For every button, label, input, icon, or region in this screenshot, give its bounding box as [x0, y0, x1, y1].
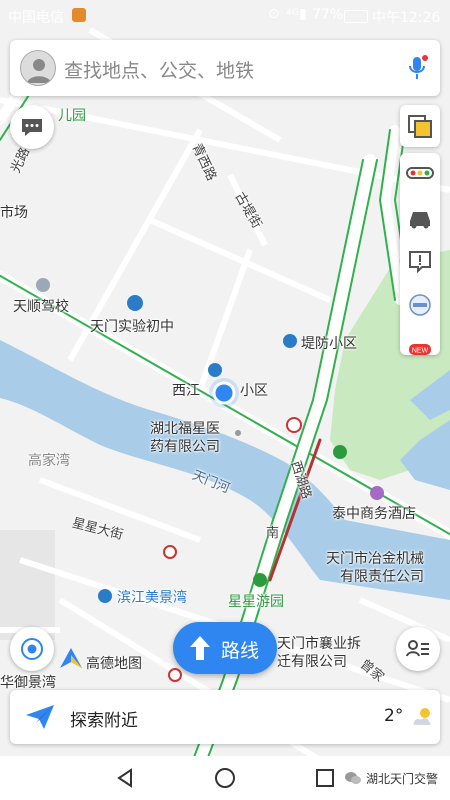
map-block — [0, 530, 55, 640]
map-label-hotel: 泰中商务酒店 — [332, 506, 416, 522]
car-icon[interactable] — [400, 197, 440, 237]
network-icon: 4G — [286, 8, 299, 18]
map-label-middle-school: 天门实验初中 — [90, 319, 174, 335]
company-poi-icon — [235, 430, 241, 436]
layers-icon — [408, 115, 432, 138]
report-icon[interactable] — [400, 241, 440, 281]
map-label-driving-school: 天顺驾校 — [13, 299, 69, 315]
watermark: 湖北天门交警 — [366, 772, 439, 786]
map-label-hospital-1: 湖北福星医 — [150, 421, 220, 437]
map-label-metal-2: 有限责任公司 — [340, 569, 424, 585]
map-label-demolition-1: 天门市襄业拆 — [277, 636, 361, 652]
carrier-label: 中国电信 — [8, 10, 64, 26]
layers-button[interactable] — [400, 105, 440, 147]
map-label-binjiang: 滨江美景湾 — [117, 590, 187, 606]
map-label-xihu-south: 南 — [266, 526, 280, 541]
back-icon[interactable] — [114, 767, 136, 789]
tool-panel: NEW — [400, 153, 440, 355]
microphone-icon[interactable] — [406, 54, 428, 82]
status-bar: 中国电信 ⊙ 4G ▮ 77% 中午12:26 — [0, 0, 450, 32]
hotel-poi-icon — [370, 486, 384, 500]
locate-button[interactable] — [10, 627, 54, 671]
new-feature-icon[interactable]: NEW — [400, 329, 440, 369]
map-label-demolition-2: 迁有限公司 — [277, 654, 347, 670]
paper-plane-icon — [26, 705, 54, 729]
battery-percent: 77% — [312, 7, 344, 23]
bank-poi-icon — [163, 545, 177, 559]
recents-icon[interactable] — [314, 767, 336, 789]
message-button[interactable] — [10, 105, 54, 149]
explore-nearby-label: 探索附近 — [70, 711, 138, 731]
chat-icon — [22, 119, 42, 136]
map-label-difang: 堤防小区 — [301, 336, 357, 352]
map-label-market: 市场 — [0, 205, 28, 221]
map-label-gaojiawan: 高家湾 — [28, 453, 70, 469]
map-label-hospital-2: 药有限公司 — [150, 439, 220, 455]
residential-poi-icon — [208, 363, 222, 377]
route-button[interactable]: 路线 — [173, 622, 277, 674]
gaode-logo-icon — [60, 648, 82, 668]
route-button-label: 路线 — [221, 640, 260, 662]
current-location-dot — [212, 381, 236, 405]
list-icon — [406, 640, 429, 657]
route-arrow-icon — [190, 636, 210, 660]
user-icon — [27, 59, 51, 83]
battery-icon — [344, 10, 368, 23]
gaode-logo: 高德地图 — [86, 656, 142, 672]
map-label-park: 儿园 — [58, 108, 86, 124]
china-badge-icon[interactable] — [400, 285, 440, 325]
avatar[interactable] — [20, 50, 56, 86]
temperature: 2° — [384, 706, 404, 726]
traffic-icon[interactable] — [400, 153, 440, 193]
clock: 中午12:26 — [372, 10, 441, 26]
map-label-metal-1: 天门市冶金机械 — [326, 551, 424, 567]
signal-icon: ▮ — [299, 6, 307, 22]
bank-poi-icon — [168, 668, 182, 682]
location-icon: ⊙ — [268, 6, 280, 22]
park-poi-icon — [333, 445, 347, 459]
map-label-xingxing-park: 星星游园 — [228, 594, 284, 610]
wechat-icon — [345, 772, 361, 784]
map-label-xijiang: 西江 — [172, 383, 200, 399]
home-icon[interactable] — [214, 767, 236, 789]
residential-poi-icon — [283, 334, 297, 348]
explore-nearby-card[interactable]: 探索附近 2° — [10, 690, 440, 744]
system-nav-bar: 湖北天门交警 — [0, 756, 450, 800]
weather-icon — [413, 708, 431, 725]
driving-school-poi-icon — [36, 278, 50, 292]
list-view-button[interactable] — [396, 627, 440, 671]
search-placeholder[interactable]: 查找地点、公交、地铁 — [64, 56, 254, 83]
bank-poi-icon — [286, 417, 302, 433]
park-poi-icon — [253, 573, 267, 587]
school-poi-icon — [127, 295, 143, 311]
svg-text:NEW: NEW — [412, 348, 429, 355]
notification-icon — [72, 8, 86, 22]
search-bar[interactable]: 查找地点、公交、地铁 — [10, 40, 440, 96]
locate-icon — [21, 638, 43, 660]
residential-poi-icon — [98, 589, 112, 603]
map-label-huayu: 华御景湾 — [0, 675, 56, 691]
map-label-xijiang-suffix: 小区 — [240, 383, 268, 399]
